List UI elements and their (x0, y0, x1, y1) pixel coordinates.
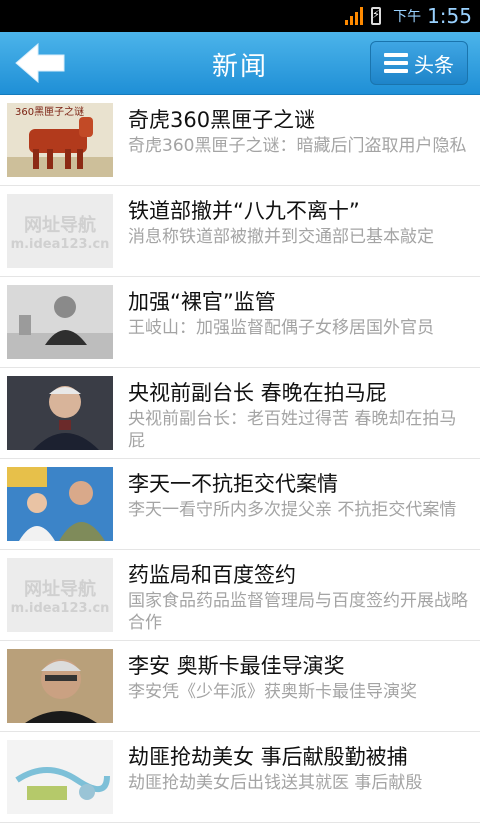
news-thumbnail: 360黑匣子之谜 (7, 103, 113, 177)
news-summary: 王岐山：加强监督配偶子女移居国外官员 (128, 318, 434, 338)
status-bar: 下午 1:55 (0, 0, 480, 32)
menu-icon (384, 53, 408, 73)
news-summary: 国家食品药品监督管理局与百度签约开展战略合作 (128, 591, 468, 633)
news-thumbnail (7, 649, 113, 723)
news-summary: 劫匪抢劫美女后出钱送其就医 事后献殷 (128, 773, 423, 793)
news-headline: 药监局和百度签约 (128, 563, 296, 587)
news-headline: 劫匪抢劫美女 事后献殷勤被捕 (128, 745, 408, 769)
news-item[interactable]: 360黑匣子之谜 奇虎360黑匣子之谜 奇虎360黑匣子之谜：暗藏后门盗取用户隐… (0, 95, 480, 186)
news-thumbnail (7, 376, 113, 450)
app-header: 新闻 头条 (0, 32, 480, 95)
news-item[interactable]: 李安 奥斯卡最佳导演奖 李安凭《少年派》获奥斯卡最佳导演奖 (0, 641, 480, 732)
news-summary: 李天一看守所内多次提父亲 不抗拒交代案情 (128, 500, 457, 520)
signal-icon (345, 7, 364, 25)
news-item[interactable]: 网址导航 m.idea123.cn 铁道部撤并“八九不离十” 消息称铁道部被撤并… (0, 186, 480, 277)
news-thumbnail (7, 285, 113, 359)
news-item[interactable]: 劫匪抢劫美女 事后献殷勤被捕 劫匪抢劫美女后出钱送其就医 事后献殷 (0, 732, 480, 823)
news-thumbnail (7, 467, 113, 541)
news-list: 360黑匣子之谜 奇虎360黑匣子之谜 奇虎360黑匣子之谜：暗藏后门盗取用户隐… (0, 95, 480, 823)
news-headline: 李天一不抗拒交代案情 (128, 472, 338, 496)
status-clock: 1:55 (427, 4, 472, 28)
category-menu-button[interactable]: 头条 (370, 41, 468, 85)
news-headline: 央视前副台长 春晚在拍马屁 (128, 381, 387, 405)
news-headline: 加强“裸官”监管 (128, 290, 276, 314)
news-headline: 李安 奥斯卡最佳导演奖 (128, 654, 345, 678)
news-item[interactable]: 加强“裸官”监管 王岐山：加强监督配偶子女移居国外官员 (0, 277, 480, 368)
category-label: 头条 (414, 52, 454, 77)
status-ampm: 下午 (393, 9, 422, 25)
news-summary: 奇虎360黑匣子之谜：暗藏后门盗取用户隐私 (128, 136, 467, 156)
news-summary: 消息称铁道部被撤并到交通部已基本敲定 (128, 227, 434, 247)
news-item[interactable]: 李天一不抗拒交代案情 李天一看守所内多次提父亲 不抗拒交代案情 (0, 459, 480, 550)
thumbnail-caption: 360黑匣子之谜 (15, 105, 84, 118)
news-item[interactable]: 央视前副台长 春晚在拍马屁 央视前副台长：老百姓过得苦 春晚却在拍马屁 (0, 368, 480, 459)
news-headline: 奇虎360黑匣子之谜 (128, 108, 316, 132)
placeholder-thumbnail: 网址导航 m.idea123.cn (7, 194, 113, 268)
news-thumbnail (7, 740, 113, 814)
news-headline: 铁道部撤并“八九不离十” (128, 199, 360, 223)
placeholder-thumbnail: 网址导航 m.idea123.cn (7, 558, 113, 632)
news-item[interactable]: 网址导航 m.idea123.cn 药监局和百度签约 国家食品药品监督管理局与百… (0, 550, 480, 641)
news-summary: 央视前副台长：老百姓过得苦 春晚却在拍马屁 (128, 409, 457, 451)
news-summary: 李安凭《少年派》获奥斯卡最佳导演奖 (128, 682, 417, 702)
battery-icon (371, 7, 382, 25)
